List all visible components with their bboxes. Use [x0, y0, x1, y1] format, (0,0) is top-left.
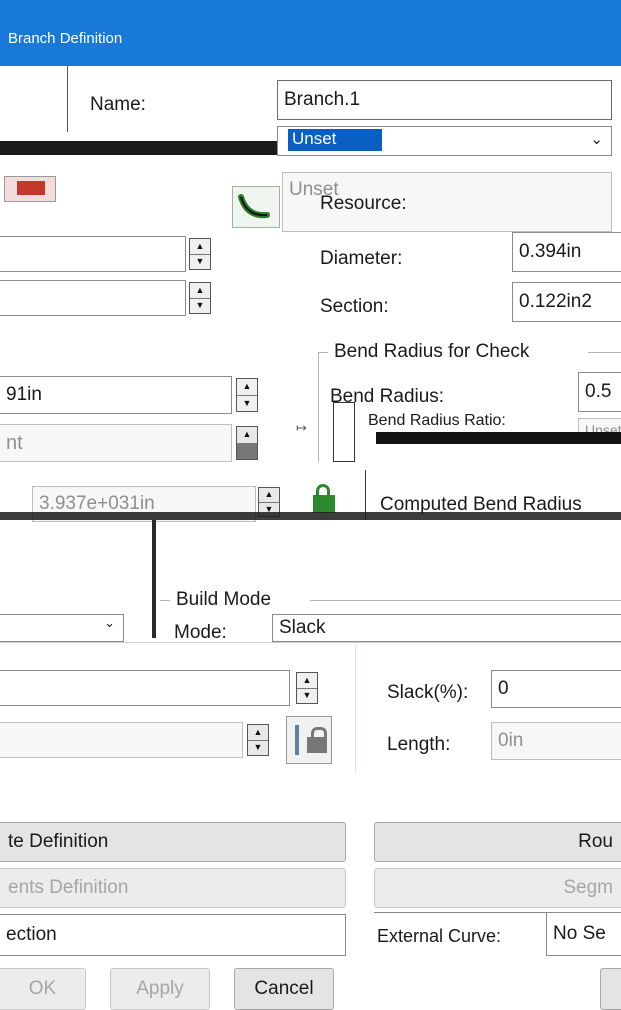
segments-definition-button: ents Definition [0, 868, 346, 908]
bend-group-border [588, 352, 621, 353]
ok-button[interactable]: OK [0, 968, 86, 1010]
apply-button: Apply [110, 968, 210, 1010]
divider [355, 645, 356, 773]
bend-group-border [318, 352, 319, 462]
type-dropdown-value: Unset [288, 129, 382, 151]
left-field-1-spinner[interactable]: ▲ ▼ [189, 238, 211, 270]
dark-strip [376, 432, 621, 444]
left-field-6[interactable] [0, 670, 290, 706]
section-label: Section: [320, 296, 389, 317]
divider [152, 520, 156, 638]
left-field-2[interactable] [0, 280, 186, 316]
title-bar: Branch Definition [0, 0, 621, 66]
section-field: 0.122in2 [512, 282, 621, 322]
left-field-6-spinner[interactable]: ▲ ▼ [296, 672, 318, 704]
name-label: Name: [90, 94, 146, 115]
chevron-down-icon: ⌄ [104, 615, 115, 630]
dark-bar [0, 141, 277, 155]
left-field-2-spinner[interactable]: ▲ ▼ [189, 282, 211, 314]
slack-field[interactable]: 0 [491, 670, 621, 708]
toolbar-icon[interactable] [4, 176, 56, 202]
arrow-icon: ↦ [296, 420, 307, 435]
external-curve-field[interactable]: No Se [546, 912, 621, 956]
build-mode-border [310, 600, 621, 601]
build-mode-title: Build Mode [176, 589, 272, 610]
route-definition-button[interactable]: te Definition [0, 822, 346, 862]
diameter-label: Diameter: [320, 248, 403, 269]
left-field-1[interactable] [0, 236, 186, 272]
window-title: Branch Definition [8, 30, 123, 47]
left-field-3[interactable]: 91in [0, 376, 232, 414]
link-icon[interactable] [232, 186, 280, 228]
connection-field[interactable]: ection [0, 914, 346, 956]
build-mode-border [160, 600, 170, 601]
mode-label: Mode: [174, 622, 227, 643]
left-field-4: nt [0, 424, 232, 462]
dark-strip [0, 512, 621, 520]
slack-label: Slack(%): [387, 682, 469, 703]
name-input[interactable]: Branch.1 [277, 80, 612, 120]
bend-radius-field[interactable]: 0.5 [578, 372, 621, 412]
length-label: Length: [387, 734, 451, 755]
route-button[interactable]: Rou [374, 822, 621, 862]
external-curve-label: External Curve: [377, 926, 502, 946]
left-field-7 [0, 722, 243, 758]
ratio-checkbox[interactable] [333, 402, 355, 462]
mode-dropdown[interactable]: Slack [272, 614, 621, 642]
left-dropdown[interactable]: ⌄ [0, 614, 124, 642]
cancel-button[interactable]: Cancel [234, 968, 334, 1010]
lock-icon[interactable] [286, 716, 332, 764]
resource-label: Resource: [320, 193, 407, 214]
segments-button: Segm [374, 868, 621, 908]
left-field-4-spinner: ▲ [236, 426, 258, 460]
bend-group-title: Bend Radius for Check [334, 341, 530, 362]
left-field-3-spinner[interactable]: ▲ ▼ [236, 378, 258, 412]
chevron-down-icon: ⌄ [590, 131, 603, 148]
bend-group-border [318, 352, 328, 353]
left-field-7-spinner: ▲ ▼ [247, 724, 269, 756]
divider [67, 66, 68, 132]
type-dropdown[interactable]: Unset ⌄ [277, 126, 612, 156]
length-field: 0in [491, 722, 621, 760]
divider [0, 642, 621, 643]
diameter-field: 0.394in [512, 232, 621, 272]
bend-ratio-label: Bend Radius Ratio: [368, 412, 506, 429]
more-button[interactable] [600, 968, 621, 1010]
